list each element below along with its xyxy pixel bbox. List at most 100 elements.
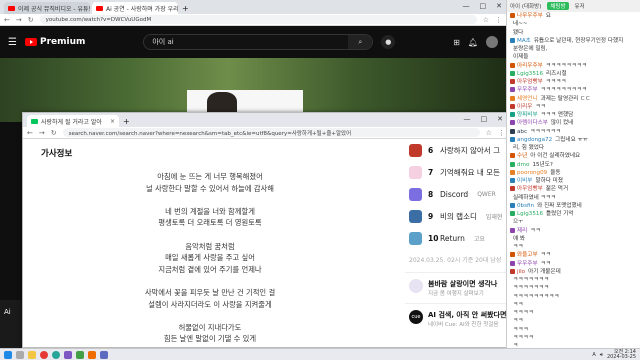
- url-field[interactable]: youtube.com/watch?v=DWCVuUGodM: [39, 15, 477, 24]
- hamburger-menu-icon[interactable]: ☰: [8, 37, 17, 48]
- close-window-icon[interactable]: ✕: [497, 115, 503, 123]
- rank-item[interactable]: 8 Discord QWER: [405, 183, 509, 205]
- chat-message[interactable]: 네~~: [507, 20, 640, 28]
- chat-message[interactable]: 제리 ㅋㅋ: [507, 227, 640, 235]
- chat-nickname[interactable]: 0bsfin: [517, 203, 534, 209]
- chat-message[interactable]: dmo 15년도?: [507, 161, 640, 169]
- minimize-icon[interactable]: —: [463, 2, 470, 10]
- chrome-icon[interactable]: [40, 350, 48, 359]
- chat-nickname[interactable]: 아렘이다스부: [517, 120, 548, 126]
- chat-message[interactable]: poorong09 율동: [507, 169, 640, 177]
- chat-nickname[interactable]: Lgig3516: [517, 211, 543, 217]
- chat-nickname[interactable]: angdonga72: [517, 137, 552, 143]
- url-field[interactable]: search.naver.com/search.naver?where=nexe…: [62, 128, 480, 137]
- forward-icon[interactable]: →: [16, 16, 22, 24]
- chat-message[interactable]: 분량은에 밀림,: [507, 45, 640, 53]
- chat-message[interactable]: 아우엄빵부 ㅋㅋㅋㅋ: [507, 78, 640, 86]
- chat-message[interactable]: 양찌비부 ㅋㅋㅋ 앤했담: [507, 111, 640, 119]
- chat-message[interactable]: ㅋㅋㅋ: [507, 326, 640, 334]
- chat-nickname[interactable]: Lgig3516: [517, 71, 543, 77]
- notifications-icon[interactable]: 🔔︎: [468, 38, 478, 47]
- volume-icon[interactable]: 🔊︎: [600, 352, 603, 358]
- chat-message[interactable]: 아렘이다스부 많이 컸네: [507, 119, 640, 127]
- search-icon[interactable]: [16, 350, 24, 359]
- chat-message[interactable]: Lgig3516 리즈시절: [507, 70, 640, 78]
- chat-message[interactable]: MA초 유튭으로 날던데, 현장무기인정 다했지: [507, 37, 640, 45]
- chat-message[interactable]: angdonga72 그립네요 ㅠㅠ: [507, 136, 640, 144]
- avatar[interactable]: [486, 36, 498, 48]
- chat-nickname[interactable]: 무우주부: [517, 87, 538, 93]
- file-explorer-icon[interactable]: [28, 350, 36, 359]
- chat-nickname[interactable]: 아리우주부: [517, 63, 543, 69]
- rank-item[interactable]: 6 사랑하지 않아서 그: [405, 139, 509, 161]
- clock[interactable]: 오전 2:14 2024-03-25: [607, 349, 636, 360]
- chat-message[interactable]: 실례하였네 ㅋㅋㅋ: [507, 194, 640, 202]
- chat-nickname[interactable]: jilo: [517, 269, 525, 275]
- promo-card[interactable]: 봄바람 살랑이면 생각나 지금 봄 여행지 살펴보기: [405, 272, 509, 303]
- rank-item[interactable]: 7 기억해줘요 내 모든: [405, 161, 509, 183]
- new-tab-icon[interactable]: +: [182, 4, 189, 13]
- chat-message[interactable]: ㅋㅋㅋㅋㅋㅋㅋ: [507, 276, 640, 284]
- chat-message[interactable]: 됐다: [507, 29, 640, 37]
- rank-item[interactable]: 9 비의 랩소디 임재현: [405, 205, 509, 227]
- chat-message[interactable]: 으ㅜ: [507, 218, 640, 226]
- chat-nickname[interactable]: 이비부: [517, 178, 532, 184]
- chat-message[interactable]: ㅋㅋ: [507, 317, 640, 325]
- app-icon[interactable]: [100, 350, 108, 359]
- chat-message[interactable]: ㅋㅋㅋㅋㅋㅋㅋ: [507, 284, 640, 292]
- chat-nickname[interactable]: 무우주부: [517, 261, 538, 267]
- chat-nickname[interactable]: poorong09: [517, 170, 547, 176]
- chat-message-list[interactable]: 나무우주부 요 네~~ 됐다 MA초 유튭으로 날던데, 현장무기인정 다했지 분량은에 밀…: [507, 12, 640, 348]
- app-icon[interactable]: [64, 350, 72, 359]
- chat-nickname[interactable]: 제리: [517, 228, 527, 234]
- browser-tab-naver[interactable]: 사랑하게 될 거라고 알아 ×: [27, 115, 119, 127]
- menu-icon[interactable]: ⋮: [498, 129, 505, 137]
- chat-nickname[interactable]: 아우엄빵부: [517, 79, 543, 85]
- browser-tab-2[interactable]: Ai 공연 - 사랑하며 가장 우리 ×: [92, 2, 178, 14]
- star-icon[interactable]: ☆: [486, 129, 492, 137]
- chat-nickname[interactable]: 양찌비부: [517, 112, 538, 118]
- maximize-icon[interactable]: □: [480, 2, 487, 10]
- chat-nickname[interactable]: MA초: [517, 38, 531, 44]
- chat-message[interactable]: 아리우주부 ㅋㅋㅋㅋㅋㅋㅋㅋ: [507, 62, 640, 70]
- back-icon[interactable]: ←: [27, 129, 33, 137]
- windows-start-icon[interactable]: [4, 350, 12, 359]
- minimize-icon[interactable]: —: [464, 115, 471, 123]
- chat-message[interactable]: 와울고부 ㅋㅋ: [507, 251, 640, 259]
- chat-nickname[interactable]: dmo: [517, 162, 529, 168]
- chat-message[interactable]: abc ㅋㅋㅋㅋㅋㅋ: [507, 128, 640, 136]
- maximize-icon[interactable]: □: [481, 115, 488, 123]
- chat-message[interactable]: 얘 봐: [507, 235, 640, 243]
- menu-icon[interactable]: ⋮: [495, 16, 502, 24]
- chat-message[interactable]: 아우엄빵부 젊은 먹거: [507, 185, 640, 193]
- chat-message[interactable]: 나무우주부 요: [507, 12, 640, 20]
- reload-icon[interactable]: ↻: [28, 16, 34, 24]
- chat-message[interactable]: 수년 아 이건 실례하였네요: [507, 152, 640, 160]
- chat-message[interactable]: 이리우 ㅋㅋ: [507, 103, 640, 111]
- app-icon[interactable]: [76, 350, 84, 359]
- star-icon[interactable]: ☆: [483, 16, 489, 24]
- close-window-icon[interactable]: ✕: [496, 2, 502, 10]
- youtube-search-input[interactable]: 아이 ai ⌕: [143, 34, 374, 50]
- chat-message[interactable]: 무우주부 ㅋㅋㅋㅋㅋㅋㅋㅋㅋ: [507, 86, 640, 94]
- chat-message[interactable]: 리, 힘 됐었다: [507, 144, 640, 152]
- chat-nickname[interactable]: 수년: [517, 153, 527, 159]
- new-tab-icon[interactable]: +: [123, 117, 130, 126]
- reload-icon[interactable]: ↻: [51, 129, 57, 137]
- close-tab-icon[interactable]: ×: [110, 118, 115, 125]
- chat-message[interactable]: ㅋㅋ: [507, 243, 640, 251]
- chat-nickname[interactable]: abc: [517, 129, 527, 135]
- browser-tab-1[interactable]: 이제 공식 뮤직비디오 - 유튜브 뮤직 ×: [4, 2, 90, 14]
- chat-tab[interactable]: 유저: [575, 2, 585, 10]
- search-icon[interactable]: ⌕: [348, 35, 373, 49]
- chat-message[interactable]: 이제들: [507, 53, 640, 61]
- app-icon[interactable]: [88, 350, 96, 359]
- chat-message[interactable]: 0bsfin 와 진짜 포맷업했네: [507, 202, 640, 210]
- youtube-logo[interactable]: Premium: [24, 37, 85, 47]
- back-icon[interactable]: ←: [4, 16, 10, 24]
- chat-message[interactable]: ㅋㅋ: [507, 301, 640, 309]
- chat-nickname[interactable]: 아우엄빵부: [517, 186, 543, 192]
- chat-message[interactable]: jilo 아기 개불은데: [507, 268, 640, 276]
- chat-message[interactable]: ㅋㅋㅋㅋㅋㅋㅋㅋㅋ: [507, 293, 640, 301]
- chat-message[interactable]: ㅋㅋㅋㅋ: [507, 334, 640, 342]
